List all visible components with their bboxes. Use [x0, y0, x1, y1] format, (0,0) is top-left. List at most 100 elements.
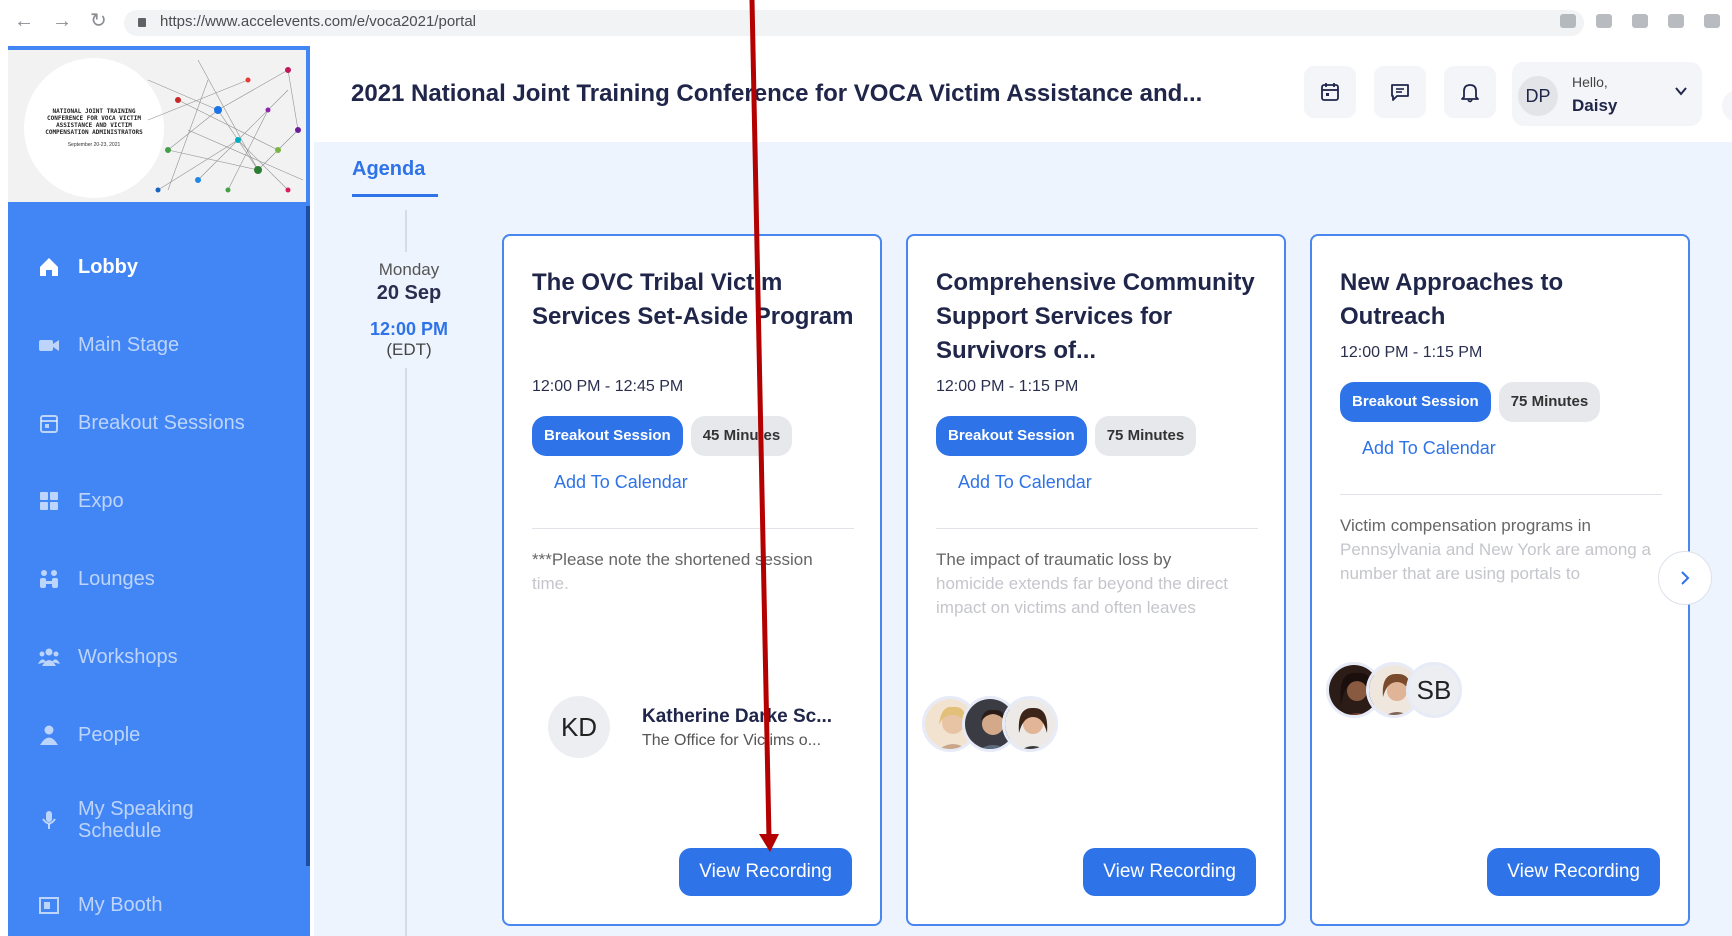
session-title: Comprehensive Community Support Services… — [936, 269, 1255, 364]
search-icon[interactable] — [1560, 14, 1576, 28]
notifications-button[interactable] — [1444, 66, 1496, 118]
page-header: 2021 National Joint Training Conference … — [314, 46, 1732, 142]
sidebar-item-breakout-sessions[interactable]: Breakout Sessions — [8, 384, 306, 462]
agenda-content: Agenda Monday 20 Sep 12:00 PM (EDT) The … — [314, 142, 1732, 936]
microphone-icon — [38, 809, 60, 831]
card-divider — [532, 528, 854, 529]
session-card[interactable]: Comprehensive Community Support Services… — [906, 234, 1286, 926]
session-card[interactable]: New Approaches to Outreach 12:00 PM - 1:… — [1310, 234, 1690, 926]
user-greeting: Hello, — [1572, 74, 1608, 90]
session-card[interactable]: The OVC Tribal Victim Services Set-Aside… — [502, 234, 882, 926]
sidebar-item-label: Expo — [78, 490, 124, 512]
session-type-badge: Breakout Session — [936, 416, 1087, 456]
description-faded-text: homicide extends far beyond the direct i… — [936, 574, 1229, 617]
view-recording-button[interactable]: View Recording — [1083, 848, 1256, 896]
session-description: The impact of traumatic loss by homicide… — [936, 548, 1258, 620]
sidebar: NATIONAL JOINT TRAINING CONFERENCE FOR V… — [8, 46, 310, 936]
session-badges: Breakout Session 45 Minutes — [532, 416, 793, 456]
sidebar-item-lobby[interactable]: Lobby — [8, 228, 306, 306]
group-icon — [38, 646, 60, 668]
sidebar-item-label: Breakout Sessions — [78, 412, 245, 434]
sidebar-item-my-booth[interactable]: My Booth — [8, 866, 306, 936]
browser-extensions[interactable] — [1560, 14, 1732, 28]
calendar-icon — [1321, 83, 1339, 101]
tab-active-indicator — [352, 194, 438, 197]
sidebar-item-label: My Booth — [78, 894, 163, 916]
sidebar-item-label: Main Stage — [78, 334, 180, 356]
add-to-calendar-link[interactable]: Add To Calendar — [554, 472, 688, 493]
card-divider — [1340, 494, 1662, 495]
lounge-icon — [38, 568, 60, 590]
day-name: Monday — [378, 260, 440, 279]
session-badges: Breakout Session 75 Minutes — [1340, 382, 1601, 422]
sidebar-item-label: People — [78, 724, 141, 746]
user-menu[interactable]: DP Hello, Daisy — [1512, 62, 1702, 126]
grid-icon — [38, 490, 60, 512]
speaker-name[interactable]: Katherine Darke Sc... — [642, 706, 832, 728]
event-title: 2021 National Joint Training Conference … — [351, 80, 1203, 107]
sidebar-item-my-speaking-schedule[interactable]: My Speaking Schedule — [8, 774, 306, 866]
view-recording-button[interactable]: View Recording — [1487, 848, 1660, 896]
description-text: The impact of traumatic loss by — [936, 550, 1172, 569]
sidebar-item-workshops[interactable]: Workshops — [8, 618, 306, 696]
puzzle-icon[interactable] — [1704, 14, 1720, 28]
session-description: Victim compensation programs in Pennsylv… — [1340, 514, 1662, 586]
extension-icon[interactable] — [1668, 14, 1684, 28]
session-time: 12:00 PM - 12:45 PM — [532, 378, 684, 395]
logo-date: September 20-23, 2021 — [67, 142, 121, 148]
card-divider — [936, 528, 1258, 529]
sidebar-scrollbar[interactable] — [306, 206, 310, 866]
session-start-time: 12:00 PM — [369, 319, 449, 339]
address-bar[interactable]: https://www.accelevents.com/e/voca2021/p… — [124, 10, 1584, 36]
tab-agenda[interactable]: Agenda — [352, 158, 425, 181]
session-title: New Approaches to Outreach — [1340, 269, 1564, 330]
session-badges: Breakout Session 75 Minutes — [936, 416, 1197, 456]
session-type-badge: Breakout Session — [532, 416, 683, 456]
home-icon — [38, 256, 60, 278]
speaker-avatar[interactable]: KD — [548, 696, 610, 758]
address-bar-url: https://www.accelevents.com/e/voca2021/p… — [160, 13, 476, 30]
duration-badge: 75 Minutes — [1498, 382, 1601, 422]
browser-toolbar: ←→↻ https://www.accelevents.com/e/voca20… — [0, 0, 1732, 46]
sidebar-item-expo[interactable]: Expo — [8, 462, 306, 540]
speaker-photo[interactable] — [1002, 696, 1058, 752]
sidebar-item-lounges[interactable]: Lounges — [8, 540, 306, 618]
network-graphic — [147, 59, 304, 193]
speaker-avatars[interactable]: SB — [1326, 662, 1462, 718]
description-text: ***Please note the shortened session — [532, 550, 813, 569]
duration-badge: 75 Minutes — [1094, 416, 1197, 456]
session-description: ***Please note the shortened session tim… — [532, 548, 854, 620]
lock-icon — [138, 18, 146, 27]
sidebar-item-main-stage[interactable]: Main Stage — [8, 306, 306, 384]
sidebar-item-label: Workshops — [78, 646, 178, 668]
video-camera-icon — [38, 334, 60, 356]
timezone: (EDT) — [386, 340, 432, 359]
session-time: 12:00 PM - 1:15 PM — [1340, 344, 1483, 361]
booth-icon — [38, 894, 60, 916]
add-to-calendar-link[interactable]: Add To Calendar — [958, 472, 1092, 493]
calendar-button[interactable] — [1304, 66, 1356, 118]
chevron-right-icon — [1681, 571, 1690, 585]
event-logo[interactable]: NATIONAL JOINT TRAINING CONFERENCE FOR V… — [8, 50, 306, 202]
bell-icon — [1461, 84, 1479, 103]
description-faded-text: time. — [532, 574, 569, 593]
next-sessions-button[interactable] — [1658, 551, 1712, 605]
chevron-down-icon — [1675, 87, 1687, 96]
sidebar-item-people[interactable]: People — [8, 696, 306, 774]
speaker-organization: The Office for Victims o... — [642, 732, 822, 749]
speaker-avatar[interactable]: SB — [1406, 662, 1462, 718]
session-title: The OVC Tribal Victim Services Set-Aside… — [532, 269, 854, 330]
add-to-calendar-link[interactable]: Add To Calendar — [1362, 438, 1496, 459]
sidebar-item-label: Lounges — [78, 568, 155, 590]
user-name: Daisy — [1572, 96, 1618, 115]
sidebar-menu: Lobby Main Stage Breakout Sessions Expo … — [8, 228, 306, 936]
star-icon[interactable] — [1596, 14, 1612, 28]
speaker-avatars[interactable] — [922, 696, 1058, 752]
person-icon — [38, 724, 60, 746]
edge-toggle[interactable] — [1722, 90, 1732, 122]
view-recording-button[interactable]: View Recording — [679, 848, 852, 896]
extension-icon[interactable] — [1632, 14, 1648, 28]
browser-nav-icons[interactable]: ←→↻ — [14, 8, 125, 33]
chat-button[interactable] — [1374, 66, 1426, 118]
avatar: DP — [1518, 76, 1558, 116]
